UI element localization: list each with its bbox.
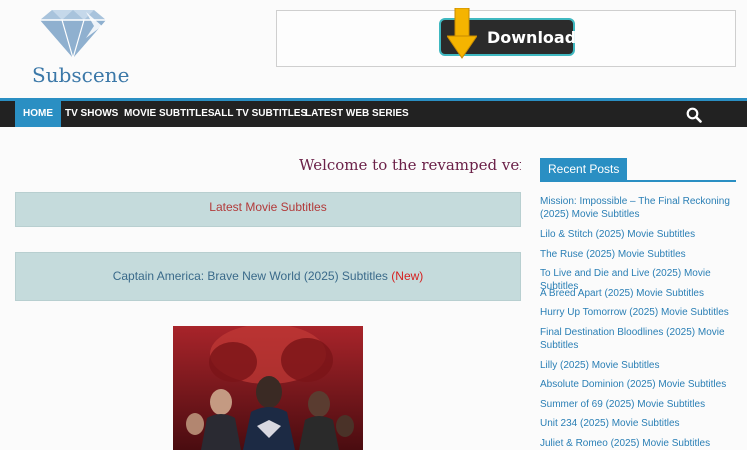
recent-post-link[interactable]: Mission: Impossible – The Final Reckonin… (540, 195, 736, 221)
search-icon[interactable] (686, 107, 702, 123)
main-navbar: HOME TV SHOWS MOVIE SUBTITLES ALL TV SUB… (0, 98, 747, 127)
nav-latest-web-series[interactable]: LATEST WEB SERIES (297, 101, 417, 127)
recent-post-link[interactable]: Lilly (2025) Movie Subtitles (540, 359, 736, 372)
recent-posts-header: Recent Posts (540, 158, 736, 182)
recent-post-link[interactable]: Absolute Dominion (2025) Movie Subtitles (540, 378, 736, 391)
featured-post-box[interactable]: Captain America: Brave New World (2025) … (15, 252, 521, 301)
recent-post-link[interactable]: Summer of 69 (2025) Movie Subtitles (540, 398, 736, 411)
recent-post-link[interactable]: Juliet & Romeo (2025) Movie Subtitles (540, 437, 736, 450)
recent-post-link[interactable]: Final Destination Bloodlines (2025) Movi… (540, 326, 736, 352)
latest-subtitles-heading: Latest Movie Subtitles (15, 192, 521, 227)
download-label: Download (487, 28, 577, 47)
diamond-logo-icon (40, 10, 106, 60)
featured-poster-image[interactable] (173, 326, 363, 450)
nav-home[interactable]: HOME (15, 101, 61, 127)
new-badge: (New) (391, 269, 424, 283)
logo-text: Subscene (32, 63, 130, 87)
recent-post-link[interactable]: Unit 234 (2025) Movie Subtitles (540, 417, 736, 430)
download-button[interactable]: Download (439, 8, 577, 59)
recent-posts-title: Recent Posts (540, 158, 628, 180)
recent-post-link[interactable]: A Breed Apart (2025) Movie Subtitles (540, 287, 736, 300)
recent-post-link[interactable]: Hurry Up Tomorrow (2025) Movie Subtitles (540, 306, 736, 319)
download-banner[interactable]: Download (276, 8, 736, 67)
recent-post-link[interactable]: The Ruse (2025) Movie Subtitles (540, 248, 736, 261)
welcome-marquee: Welcome to the revamped versio (299, 156, 521, 174)
poster-artwork (173, 326, 363, 450)
site-logo[interactable]: Subscene (30, 8, 130, 88)
recent-post-link[interactable]: Lilo & Stitch (2025) Movie Subtitles (540, 228, 736, 241)
latest-subtitles-label: Latest Movie Subtitles (209, 200, 327, 214)
featured-post-link[interactable]: Captain America: Brave New World (2025) … (113, 269, 388, 283)
download-arrow-icon (447, 8, 477, 59)
